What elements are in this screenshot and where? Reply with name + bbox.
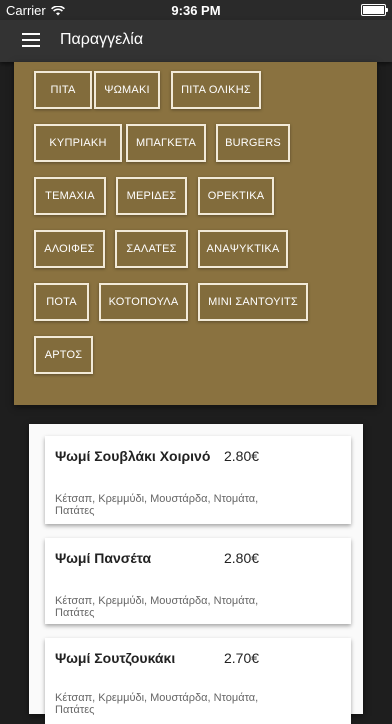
status-time: 9:36 PM: [171, 3, 221, 18]
list-item[interactable]: Ψωμί Σουτζουκάκι 2.70€ Κέτσαπ, Κρεμμύδι,…: [45, 638, 351, 724]
category-panel: ΠΙΤΑ ΨΩΜΑΚΙ ΠΙΤΑ ΟΛΙΚΗΣ ΚΥΠΡΙΑΚΗ ΜΠΑΓΚΕΤ…: [14, 62, 377, 405]
category-button-pita-olikis[interactable]: ΠΙΤΑ ΟΛΙΚΗΣ: [171, 71, 261, 109]
category-button-psomaki[interactable]: ΨΩΜΑΚΙ: [94, 71, 160, 109]
category-button-merides[interactable]: ΜΕΡΙΔΕΣ: [116, 177, 187, 215]
item-description: Κέτσαπ, Κρεμμύδι, Μουστάρδα, Ντομάτα, Πα…: [55, 493, 259, 517]
category-button-anapsyktika[interactable]: ΑΝΑΨΥΚΤΙΚΑ: [198, 230, 288, 268]
app-bar: Παραγγελία: [0, 20, 392, 62]
category-button-artos[interactable]: ΑΡΤΟΣ: [34, 336, 93, 374]
item-name: Ψωμί Σουβλάκι Χοιρινό: [55, 448, 211, 464]
category-button-aloifes[interactable]: ΑΛΟΙΦΕΣ: [34, 230, 105, 268]
status-right: [361, 4, 388, 16]
category-button-pita[interactable]: ΠΙΤΑ: [34, 71, 92, 109]
category-button-orektika[interactable]: ΟΡΕΚΤΙΚΑ: [198, 177, 274, 215]
category-button-burgers[interactable]: BURGERS: [216, 124, 290, 162]
category-button-salates[interactable]: ΣΑΛΑΤΕΣ: [115, 230, 188, 268]
list-item[interactable]: Ψωμί Σουβλάκι Χοιρινό 2.80€ Κέτσαπ, Κρεμ…: [45, 436, 351, 524]
battery-icon: [361, 4, 388, 16]
item-price: 2.70€: [224, 650, 260, 666]
item-description: Κέτσαπ, Κρεμμύδι, Μουστάρδα, Ντομάτα, Πα…: [55, 595, 259, 619]
status-bar: Carrier 9:36 PM: [0, 0, 392, 20]
category-button-kypriaki[interactable]: ΚΥΠΡΙΑΚΗ: [34, 124, 122, 162]
category-button-temaxia[interactable]: ΤΕΜΑΧΙΑ: [34, 177, 106, 215]
product-list: Ψωμί Σουβλάκι Χοιρινό 2.80€ Κέτσαπ, Κρεμ…: [29, 424, 363, 724]
item-price: 2.80€: [224, 448, 260, 464]
item-name: Ψωμί Πανσέτα: [55, 550, 152, 566]
hamburger-menu-icon[interactable]: [22, 33, 40, 47]
category-button-mini-santouits[interactable]: ΜΙΝΙ ΣΑΝΤΟΥΙΤΣ: [198, 283, 308, 321]
page-title: Παραγγελία: [60, 31, 144, 48]
item-price: 2.80€: [224, 550, 260, 566]
category-button-kotopoula[interactable]: ΚΟΤΟΠΟΥΛΑ: [99, 283, 188, 321]
category-button-mpagketa[interactable]: ΜΠΑΓΚΕΤΑ: [126, 124, 206, 162]
category-button-pota[interactable]: ΠΟΤΑ: [34, 283, 89, 321]
list-item[interactable]: Ψωμί Πανσέτα 2.80€ Κέτσαπ, Κρεμμύδι, Μου…: [45, 538, 351, 624]
item-name: Ψωμί Σουτζουκάκι: [55, 650, 176, 666]
